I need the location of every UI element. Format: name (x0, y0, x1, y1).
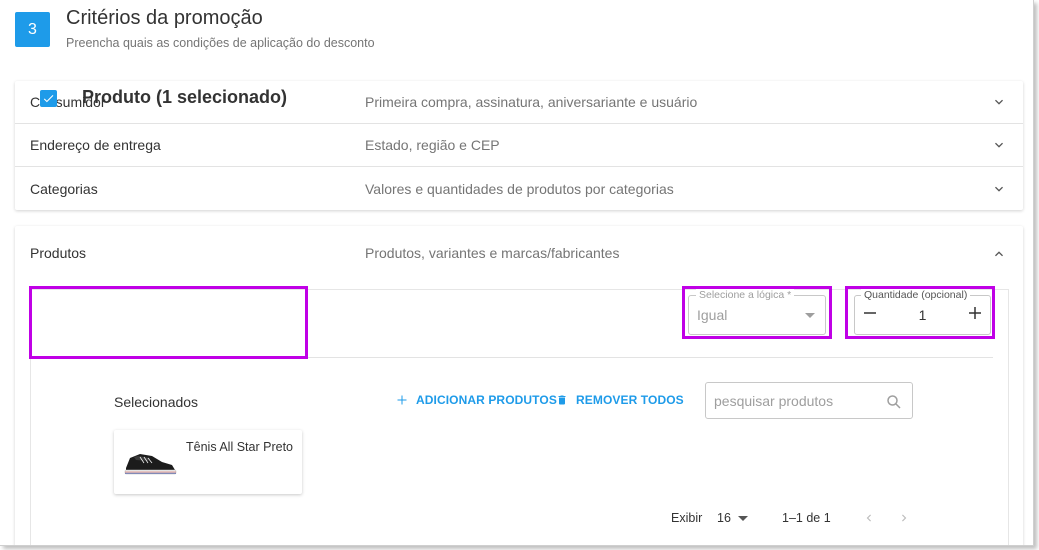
rows-per-page-label: Exibir (671, 511, 703, 525)
chevron-down-icon[interactable] (991, 94, 1007, 110)
add-products-label: ADICIONAR PRODUTOS (416, 393, 557, 407)
accordion-title: Endereço de entrega (30, 137, 161, 153)
produtos-header[interactable]: Produtos Produtos, variantes e marcas/fa… (15, 226, 1023, 282)
step-title: Critérios da promoção (66, 7, 263, 29)
accordion-description: Valores e quantidades de produtos por ca… (365, 180, 674, 197)
step-number-badge: 3 (15, 12, 50, 47)
accordion-description: Primeira compra, assinatura, aniversaria… (365, 94, 698, 110)
pagination-range: 1–1 de 1 (782, 511, 831, 525)
dropdown-arrow-icon (737, 515, 748, 521)
highlight-box (29, 286, 308, 359)
remove-all-label: REMOVER TODOS (576, 393, 684, 407)
accordion-description: Estado, região e CEP (365, 137, 500, 153)
chevron-down-icon[interactable] (991, 181, 1007, 197)
accordion-title: Categorias (30, 180, 98, 197)
product-selection-label: Produto (1 selecionado) (82, 87, 288, 107)
product-checkbox[interactable] (40, 90, 57, 107)
chevron-up-icon[interactable] (991, 246, 1007, 262)
promotion-criteria-panel: 3 Critérios da promoção Preencha quais a… (0, 0, 1034, 546)
remove-all-button[interactable]: REMOVER TODOS (556, 393, 684, 407)
selected-products-label: Selecionados (114, 394, 199, 410)
search-icon[interactable] (885, 393, 903, 411)
add-products-button[interactable]: ADICIONAR PRODUTOS (396, 393, 557, 407)
accordion-title: Produtos (30, 245, 87, 261)
trash-icon (558, 395, 566, 405)
sneaker-image (124, 454, 177, 475)
chevron-down-icon[interactable] (991, 137, 1007, 153)
accordion-description: Produtos, variantes e marcas/fabricantes (365, 245, 620, 261)
product-card[interactable]: Tênis All Star Preto (114, 430, 302, 494)
check-icon (43, 95, 54, 103)
step-subtitle: Preencha quais as condições de aplicação… (66, 36, 375, 50)
product-name: Tênis All Star Preto (186, 440, 293, 454)
chevron-left-icon[interactable] (862, 510, 876, 526)
accordion-item-endereco[interactable]: Endereço de entrega Estado, região e CEP (15, 124, 1023, 167)
product-search[interactable] (705, 382, 913, 419)
highlight-box (845, 286, 995, 339)
highlight-box (682, 286, 832, 339)
rows-per-page-value: 16 (717, 511, 731, 525)
plus-icon (397, 395, 407, 405)
accordion-item-categorias[interactable]: Categorias Valores e quantidades de prod… (15, 167, 1023, 210)
search-input[interactable] (714, 391, 879, 411)
chevron-right-icon[interactable] (897, 510, 911, 526)
rows-per-page-select[interactable]: 16 (717, 511, 748, 525)
